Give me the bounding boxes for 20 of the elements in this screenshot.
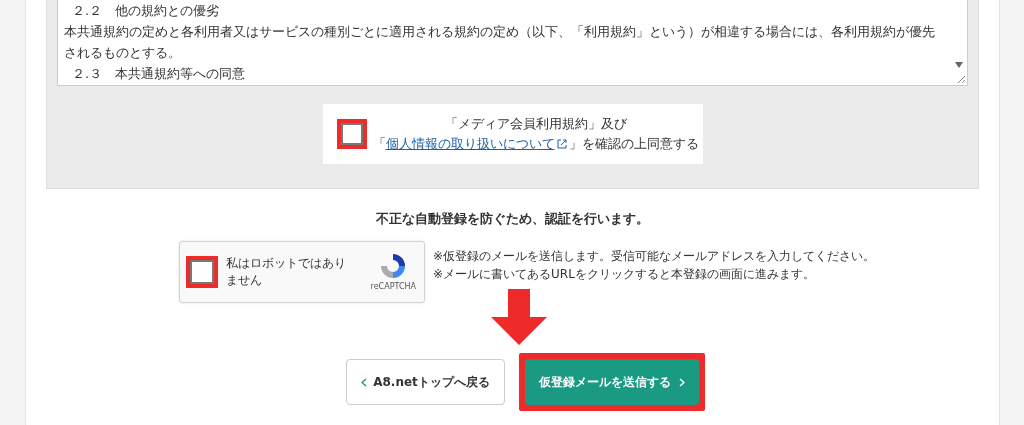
agreement-text: 「メディア会員利用規約」及び — [443, 115, 628, 133]
external-link-icon — [556, 139, 567, 149]
terms-paragraph: 本共通規約の定めと各利用者又はサービスの種別ごとに適用される規約の定め（以下、「利用規約」という）が相違する場合には、各利用規約が優先されるものとする。 — [64, 23, 936, 62]
recaptcha-brand: reCAPTCHA — [370, 280, 416, 293]
terms-heading: ２.３ 本共通規約等への同意 — [71, 65, 247, 83]
chevron-icon — [678, 377, 685, 387]
note-text: ※仮登録のメールを送信します。受信可能なメールアドレスを入力してください。 — [433, 247, 876, 265]
chevron-icon — [361, 377, 368, 387]
agreement-text: 「個人情報の取り扱いについて 」を確認の上同意する — [372, 135, 699, 153]
terms-text-area[interactable]: ２.２ 他の規約との優劣 本共通規約の定めと各利用者又はサービスの種別ごとに適用される規約の定め（以下、「利用規約」という）が相違する場合には、各利用規約が優先されるものとする。 ２.３ 本共通規約等への同意 — [57, 0, 968, 86]
resize-grip-icon[interactable] — [957, 75, 965, 83]
send-button[interactable]: 仮登録メールを送信する — [524, 358, 699, 405]
down-arrow-icon — [490, 288, 547, 345]
back-button[interactable]: A8.netトップへ戻る — [346, 358, 505, 405]
robot-label: 私はロボットではありません — [226, 254, 346, 289]
scroll-down-icon[interactable] — [955, 62, 963, 68]
privacy-link[interactable]: 個人情報の取り扱いについて — [385, 136, 555, 151]
note-text: ※メールに書いてあるURLをクリックすると本登録の画面に進みます。 — [433, 265, 816, 283]
captcha-heading: 不正な自動登録を防ぐため、認証を行います。 — [375, 210, 650, 228]
terms-heading: ２.２ 他の規約との優劣 — [71, 2, 221, 20]
